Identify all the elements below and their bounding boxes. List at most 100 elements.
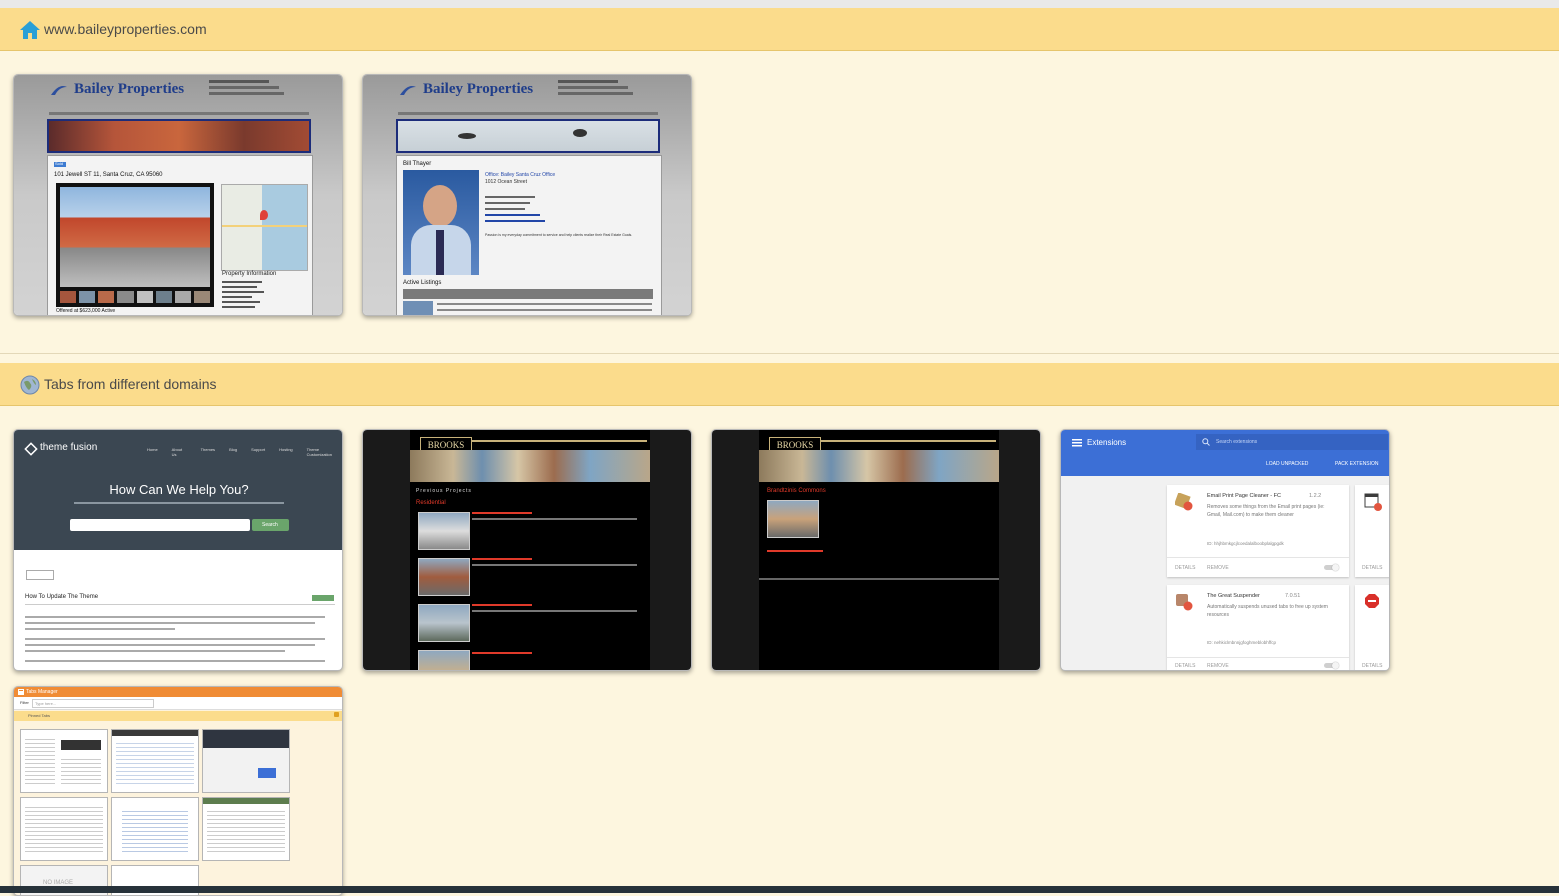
tab-mini-thumbnail[interactable]	[111, 729, 199, 793]
nav-item[interactable]: Support	[251, 447, 265, 457]
tab-mini-thumbnail[interactable]	[20, 797, 108, 861]
extensions-search[interactable]: Search extensions	[1196, 434, 1388, 450]
search-icon	[1202, 438, 1210, 446]
nav-item[interactable]: Hosting	[279, 447, 293, 457]
site-brand: theme fusion	[40, 442, 98, 453]
listing-photo[interactable]	[56, 183, 214, 307]
listings-table-header	[403, 289, 653, 299]
status-badge: Sold	[55, 161, 64, 166]
site-nav: Home About Us Themes Blog Support Hostin…	[147, 447, 342, 457]
site-nav	[398, 112, 658, 115]
pack-extension-button[interactable]: PACK EXTENSION	[1335, 461, 1379, 467]
nav-item[interactable]: Themes	[201, 447, 215, 457]
enable-toggle[interactable]	[1324, 564, 1339, 571]
listing-heading: 101 Jewell ST 11, Santa Cruz, CA 95060	[54, 172, 163, 178]
tab-thumbnail[interactable]: Tabs Manager Filter Type here... Pinned …	[13, 686, 343, 896]
extension-id: ID: nehkiclmbnnjgfoghmeblobhffcp	[1207, 640, 1276, 645]
calendar-extension-icon	[1364, 493, 1382, 511]
site-nav	[49, 112, 309, 115]
details-button[interactable]: DETAILS	[1175, 663, 1195, 669]
nav-item[interactable]: Home	[147, 447, 158, 457]
extension-id: ID: hhjhbmkgcjlcoedalalboobplalgpgdk	[1207, 541, 1284, 546]
tab-mini-thumbnail[interactable]	[202, 729, 290, 793]
details-button[interactable]: DETAILS	[1175, 565, 1195, 571]
project-thumbnail[interactable]	[418, 512, 470, 550]
article-title: How To Update The Theme	[25, 594, 99, 600]
map-widget[interactable]	[221, 184, 308, 271]
tabs-manager-icon	[18, 689, 24, 695]
extension-card: DETAILS	[1355, 485, 1389, 577]
extension-description: Removes some things from the Email print…	[1207, 504, 1325, 518]
pinned-tabs-header[interactable]: Pinned Tabs	[14, 711, 342, 721]
price-text: Offered at $623,000 Active	[56, 308, 116, 314]
site-logo: Bailey Properties	[74, 81, 185, 97]
tab-mini-thumbnail[interactable]	[20, 729, 108, 793]
tab-thumbnail[interactable]: BROOKS Previous Projects Residential	[362, 429, 692, 671]
group-title: Tabs from different domains	[44, 376, 217, 392]
site-footer	[759, 578, 999, 580]
bottom-strip	[0, 886, 1559, 893]
remove-button[interactable]: REMOVE	[1207, 565, 1229, 571]
nav-item[interactable]: Blog	[229, 447, 237, 457]
bailey-logo-icon	[51, 86, 67, 95]
remove-button[interactable]: REMOVE	[1207, 663, 1229, 669]
themefusion-logo-icon	[24, 442, 38, 456]
pagination[interactable]	[26, 570, 54, 580]
menu-icon[interactable]	[1072, 439, 1082, 447]
content-panel: Sold 101 Jewell ST 11, Santa Cruz, CA 95…	[47, 155, 313, 315]
agent-address: 1012 Ocean Street	[485, 179, 527, 185]
hero-banner	[759, 450, 999, 482]
agent-office: Office: Bailey Santa Cruz Office	[485, 172, 556, 178]
extension-logo-icon	[1175, 493, 1193, 511]
enable-toggle[interactable]	[1324, 662, 1339, 669]
tab-thumbnail[interactable]: Extensions Search extensions LOAD UNPACK…	[1060, 429, 1390, 671]
group-header-domain[interactable]: www.baileyproperties.com	[0, 8, 1559, 51]
details-button[interactable]: DETAILS	[1362, 663, 1382, 669]
section-heading: Brandtzinis Commons	[767, 488, 826, 494]
site-nav	[472, 440, 647, 442]
extension-version: 7.0.51	[1285, 593, 1301, 599]
project-thumbnail[interactable]	[418, 558, 470, 596]
load-unpacked-button[interactable]: LOAD UNPACKED	[1266, 461, 1308, 467]
help-search-button[interactable]: Search	[252, 519, 289, 531]
content-panel: Bill Thayer Office: Bailey Santa Cruz Of…	[396, 155, 662, 315]
group-header-mixed[interactable]: Tabs from different domains	[0, 363, 1559, 406]
site-nav	[821, 440, 996, 442]
group-body-domain: Bailey Properties Sold 101 Jewell ST 11,…	[0, 51, 1559, 353]
details-button[interactable]: DETAILS	[1362, 565, 1382, 571]
agent-name: Bill Thayer	[403, 161, 432, 167]
globe-icon	[20, 375, 40, 395]
section-heading: Previous Projects	[416, 488, 472, 494]
pin-icon	[334, 712, 339, 717]
extension-card: DETAILS	[1355, 585, 1389, 670]
site-logo: Bailey Properties	[423, 81, 534, 97]
project-thumbnail[interactable]	[418, 604, 470, 642]
project-thumbnail[interactable]	[418, 650, 470, 670]
help-search-input[interactable]	[70, 519, 250, 531]
category-heading: Residential	[416, 500, 446, 506]
section-heading: Active Listings	[403, 280, 442, 286]
tab-thumbnail[interactable]: BROOKS Brandtzinis Commons	[711, 429, 1041, 671]
project-photo[interactable]	[767, 500, 819, 538]
hero-banner	[410, 450, 650, 482]
tab-mini-thumbnail[interactable]	[111, 797, 199, 861]
bailey-logo-icon	[400, 86, 416, 95]
nav-item[interactable]: About Us	[172, 447, 187, 457]
extension-card: Email Print Page Cleaner - FC 1.2.2 Remo…	[1167, 485, 1349, 577]
tab-thumbnail[interactable]: Bailey Properties Sold 101 Jewell ST 11,…	[13, 74, 343, 316]
tab-thumbnail[interactable]: Bailey Properties Bill Thayer Office: Ba…	[362, 74, 692, 316]
extension-logo-icon	[1176, 594, 1193, 611]
tab-thumbnail[interactable]: theme fusion Home About Us Themes Blog S…	[13, 429, 343, 671]
hero-banner	[396, 119, 660, 153]
tabs-manager-header: Tabs Manager	[14, 687, 342, 697]
hero-banner	[47, 119, 311, 153]
listing-thumbnail[interactable]	[403, 301, 433, 315]
tab-mini-thumbnail[interactable]	[202, 797, 290, 861]
filter-bar: Filter Type here...	[14, 697, 342, 710]
top-strip	[0, 0, 1559, 8]
agent-photo	[403, 170, 479, 275]
filter-input[interactable]: Type here...	[32, 699, 154, 708]
article-badge	[312, 595, 334, 601]
extension-card: The Great Suspender 7.0.51 Automatically…	[1167, 585, 1349, 670]
nav-item[interactable]: Theme Customization	[307, 447, 342, 457]
